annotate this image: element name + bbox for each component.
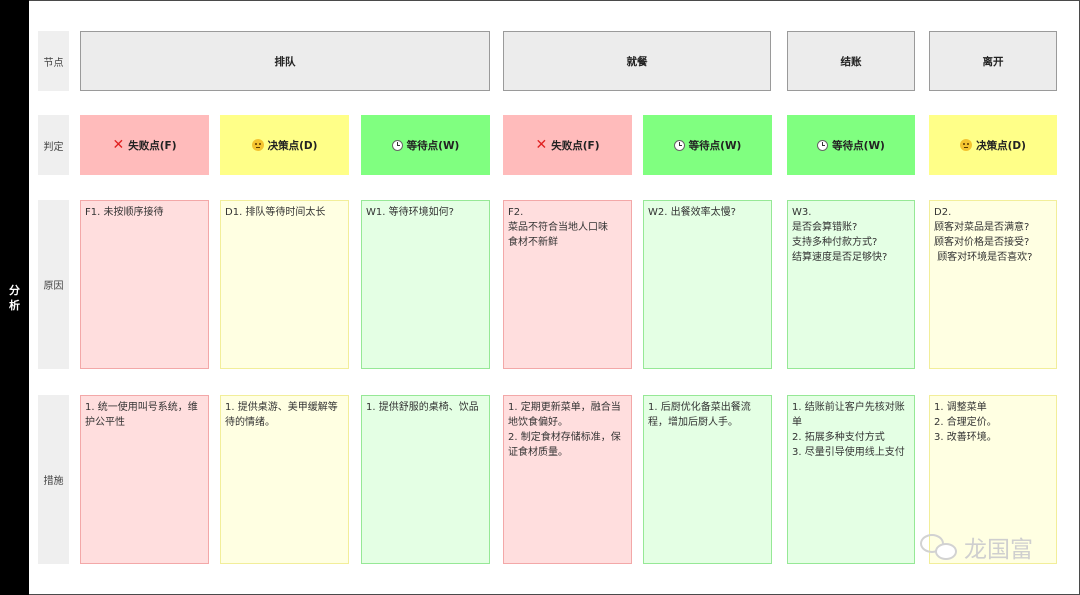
clock-icon [817, 139, 829, 151]
measure-cell-6: 1. 结账前让客户先核对账 单 2. 拓展多种支付方式 3. 尽量引导使用线上支… [787, 395, 915, 564]
judgement-label: 决策点(D) [976, 139, 1026, 152]
judgement-decide-7: 决策点(D) [929, 115, 1057, 175]
wechat-icon [920, 532, 958, 562]
judgement-wait-6: 等待点(W) [787, 115, 915, 175]
thinking-face-icon [960, 139, 973, 151]
measure-cell-4: 1. 定期更新菜单，融合当 地饮食偏好。 2. 制定食材存储标准，保 证食材质量… [503, 395, 632, 564]
cross-icon: ✕ [535, 137, 548, 153]
cause-cell-2: D1. 排队等待时间太长 [220, 200, 349, 369]
measure-cell-1: 1. 统一使用叫号系统，维 护公平性 [80, 395, 209, 564]
judgement-label: 等待点(W) [688, 139, 742, 152]
judgement-label: 等待点(W) [832, 139, 885, 152]
measure-cell-3: 1. 提供舒服的桌椅、饮品 [361, 395, 490, 564]
cause-cell-5: W2. 出餐效率太慢? [643, 200, 772, 369]
row-label-node: 节点 [38, 31, 69, 91]
measure-cell-2: 1. 提供桌游、美甲缓解等 待的情绪。 [220, 395, 349, 564]
cause-cell-6: W3. 是否会算错账? 支持多种付款方式? 结算速度是否足够快? [787, 200, 915, 369]
judgement-wait-3: 等待点(W) [361, 115, 490, 175]
stage-leave: 离开 [929, 31, 1057, 91]
row-label-judge: 判定 [38, 115, 69, 175]
judgement-label: 失败点(F) [128, 139, 177, 152]
clock-icon [391, 139, 403, 151]
cause-cell-1: F1. 未按顺序接待 [80, 200, 209, 369]
stage-dining: 就餐 [503, 31, 771, 91]
cause-cell-3: W1. 等待环境如何? [361, 200, 490, 369]
thinking-face-icon [251, 139, 264, 151]
stage-checkout: 结账 [787, 31, 915, 91]
judgement-wait-5: 等待点(W) [643, 115, 772, 175]
judgement-label: 失败点(F) [551, 139, 600, 152]
stage-queue: 排队 [80, 31, 490, 91]
judgement-label: 决策点(D) [267, 139, 318, 152]
cause-cell-7: D2. 顾客对菜品是否满意? 顾客对价格是否接受? 顾客对环境是否喜欢? [929, 200, 1057, 369]
side-label: 分析 [9, 284, 20, 312]
cross-icon: ✕ [112, 137, 125, 153]
measure-cell-5: 1. 后厨优化备菜出餐流 程，增加后厨人手。 [643, 395, 772, 564]
watermark-text: 龙国富 [964, 537, 1033, 563]
row-label-cause: 原因 [38, 200, 69, 369]
judgement-fail-4: ✕ 失败点(F) [503, 115, 632, 175]
judgement-label: 等待点(W) [406, 139, 460, 152]
clock-icon [673, 139, 685, 151]
judgement-decide-2: 决策点(D) [220, 115, 349, 175]
judgement-fail-1: ✕ 失败点(F) [80, 115, 209, 175]
watermark: 龙国富 [920, 530, 1033, 564]
cause-cell-4: F2. 菜品不符合当地人口味 食材不新鲜 [503, 200, 632, 369]
row-label-measure: 措施 [38, 395, 69, 564]
